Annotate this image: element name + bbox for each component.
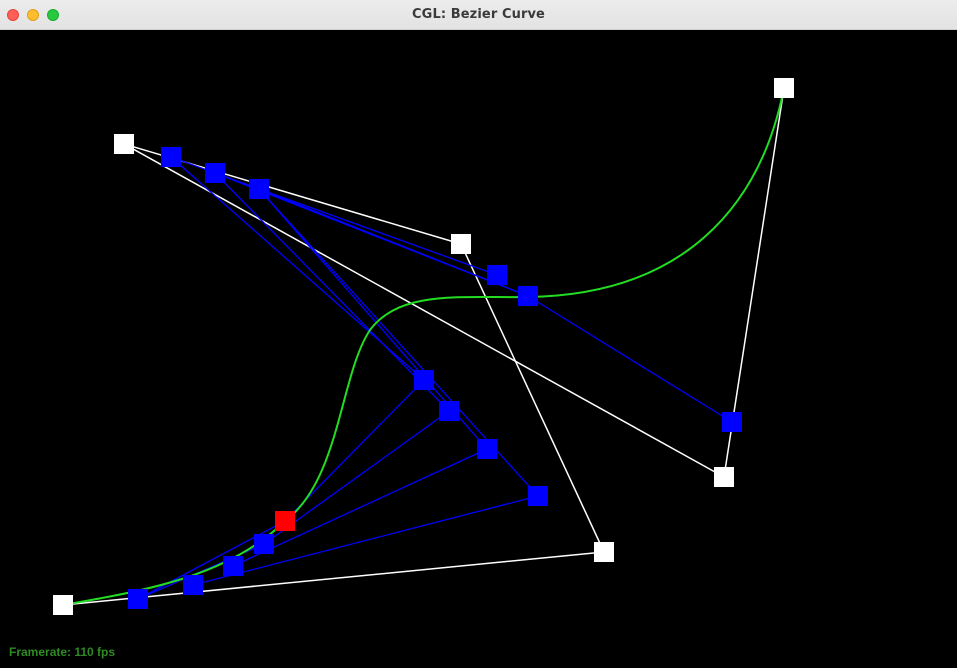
control-edge [123, 143, 725, 478]
bezier-scene [53, 78, 794, 615]
control-point[interactable] [594, 542, 614, 562]
intermediate-points [128, 147, 742, 609]
intermediate-point [487, 265, 507, 285]
render-canvas[interactable]: Framerate: 110 fps [0, 30, 957, 668]
intermediate-point [414, 370, 434, 390]
intermediate-point [249, 179, 269, 199]
intermediate-point [722, 412, 742, 432]
intermediate-point [161, 147, 181, 167]
intermediate-point [205, 163, 225, 183]
intermediate-point [254, 534, 274, 554]
intermediate-line [527, 295, 733, 423]
intermediate-line [137, 520, 286, 600]
intermediate-point [128, 589, 148, 609]
intermediate-point [528, 486, 548, 506]
intermediate-lines [137, 156, 733, 600]
intermediate-point [518, 286, 538, 306]
framerate-label: Framerate: 110 fps [9, 645, 116, 659]
intermediate-point [477, 439, 497, 459]
intermediate-line [214, 172, 450, 412]
control-point[interactable] [774, 78, 794, 98]
window-title: CGL: Bezier Curve [412, 7, 545, 22]
intermediate-line [192, 495, 539, 586]
control-point[interactable] [451, 234, 471, 254]
control-point[interactable] [714, 467, 734, 487]
title-bar[interactable]: CGL: Bezier Curve [0, 0, 957, 30]
app-window: CGL: Bezier Curve Framerate: 110 fps [0, 0, 957, 668]
control-point[interactable] [114, 134, 134, 154]
intermediate-point [183, 575, 203, 595]
control-point[interactable] [53, 595, 73, 615]
intermediate-point [439, 401, 459, 421]
evaluated-point [275, 511, 295, 531]
intermediate-point [223, 556, 243, 576]
bezier-curve-lower [62, 520, 286, 606]
